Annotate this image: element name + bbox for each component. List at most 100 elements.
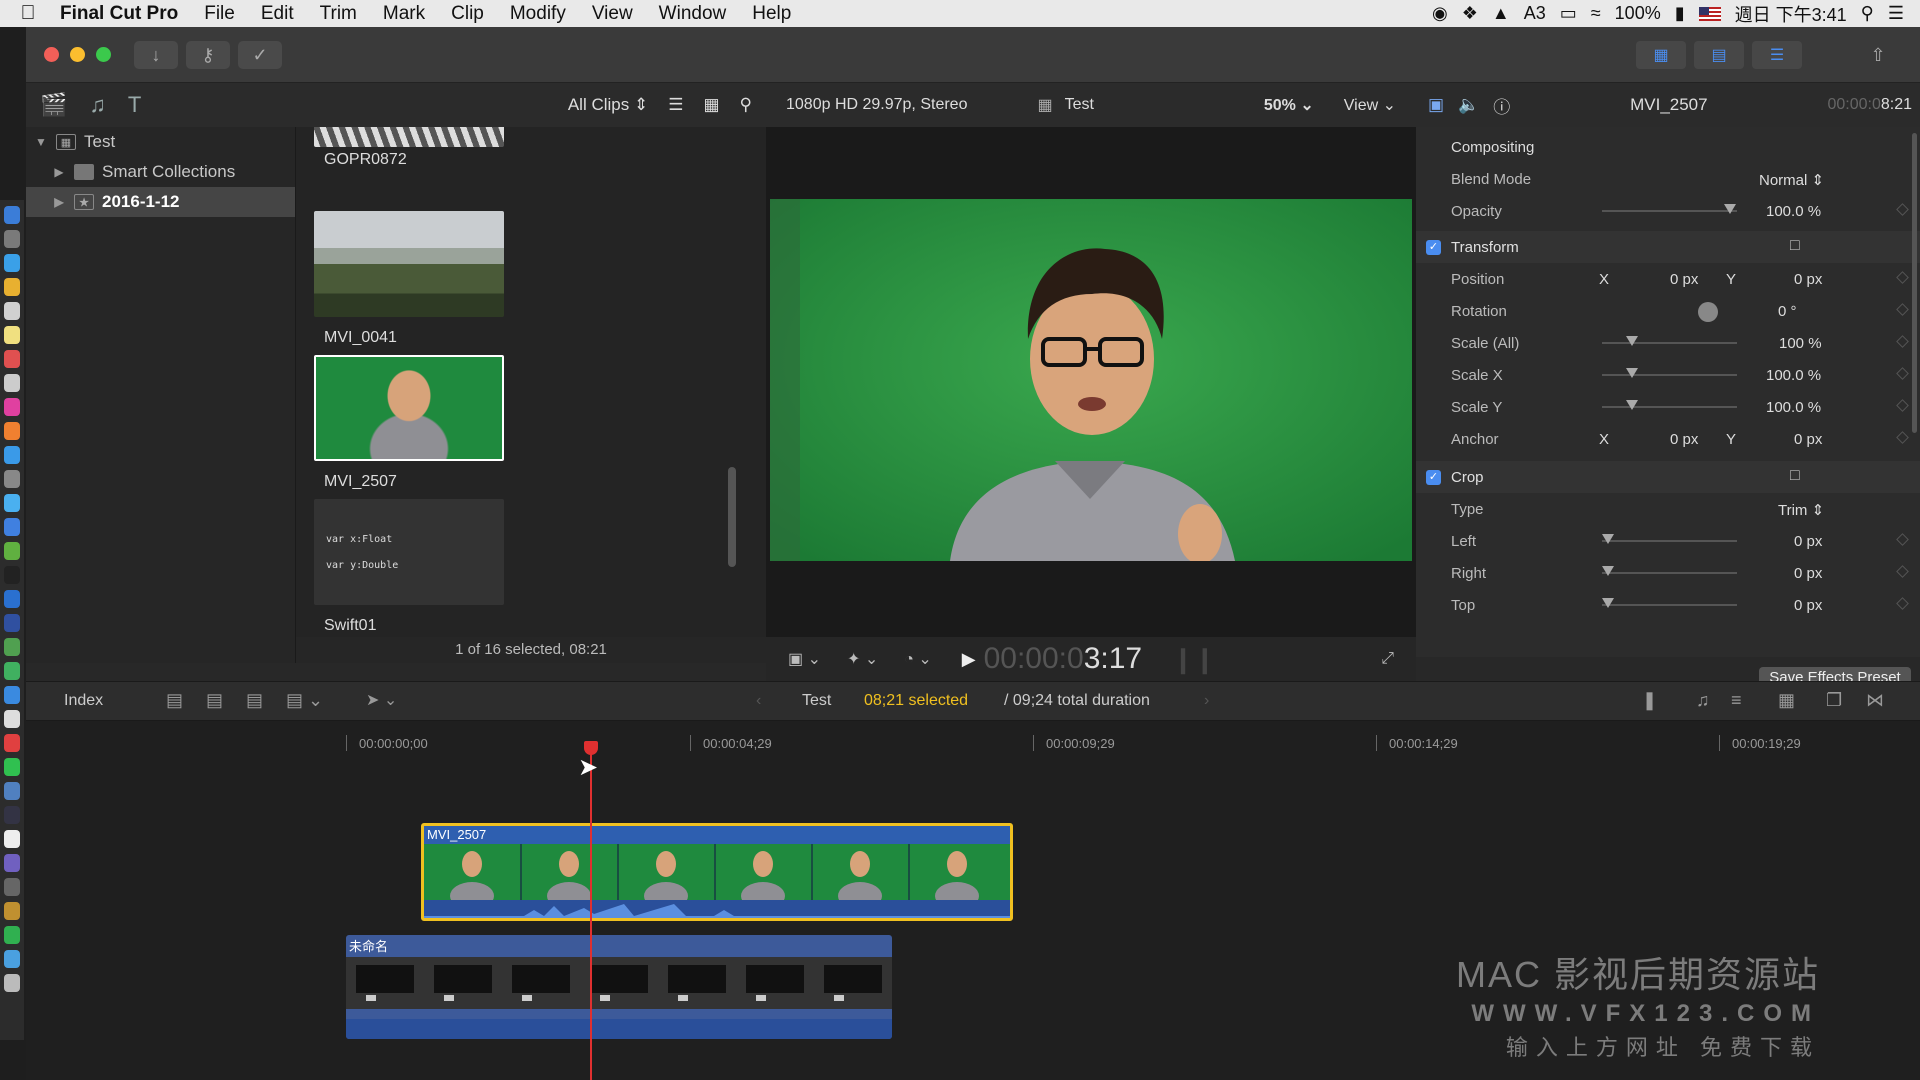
- keyframe-icon[interactable]: [1896, 303, 1909, 316]
- clip-thumbnail-selected[interactable]: [314, 355, 504, 461]
- keyframe-icon[interactable]: [1896, 399, 1909, 412]
- search-icon[interactable]: ⚲: [740, 95, 752, 115]
- close-window-button[interactable]: [44, 47, 59, 62]
- crop-left-slider[interactable]: [1602, 534, 1737, 544]
- dock-spotify-icon[interactable]: [4, 926, 20, 944]
- keyframe-icon[interactable]: [1896, 367, 1909, 380]
- scale-x-value[interactable]: 100.0 %: [1766, 367, 1821, 384]
- dock-qq-icon[interactable]: [4, 686, 20, 704]
- video-inspector-icon[interactable]: ▣: [1428, 95, 1444, 115]
- clip-thumbnail[interactable]: var x:Float var y:Double: [314, 499, 504, 605]
- dock-trash-icon[interactable]: [4, 974, 20, 992]
- minimize-window-button[interactable]: [70, 47, 85, 62]
- disclosure-open-icon[interactable]: ▼: [32, 135, 50, 149]
- crop-left-slider-knob[interactable]: [1602, 534, 1614, 544]
- effects-tool-dropdown[interactable]: ✦ ⌄: [847, 649, 878, 669]
- clock[interactable]: 週日 下午3:41: [1735, 1, 1847, 27]
- show-browser-button[interactable]: ▦: [1636, 41, 1686, 69]
- position-x-value[interactable]: 0 px: [1670, 271, 1698, 288]
- opacity-slider[interactable]: [1602, 204, 1737, 214]
- crop-right-slider-knob[interactable]: [1602, 566, 1614, 576]
- snapping-icon[interactable]: ≡: [1731, 690, 1742, 711]
- record-icon[interactable]: ◉: [1432, 3, 1448, 24]
- transform-onscreen-icon[interactable]: □: [1790, 237, 1800, 255]
- insert-clip-icon[interactable]: ▤: [206, 690, 223, 711]
- transform-tool-dropdown[interactable]: ▣ ⌄: [788, 649, 821, 669]
- menu-app-name[interactable]: Final Cut Pro: [48, 3, 191, 25]
- headphones-icon[interactable]: ♫: [1696, 690, 1710, 711]
- dock-app-icon-3[interactable]: [4, 542, 20, 560]
- menu-window[interactable]: Window: [646, 3, 740, 25]
- dock-preview-icon[interactable]: [4, 710, 20, 728]
- filmstrip-view-icon[interactable]: ▦: [703, 95, 719, 115]
- scale-all-slider[interactable]: [1602, 336, 1737, 346]
- keyframe-icon[interactable]: [1896, 335, 1909, 348]
- dock-launchpad-icon[interactable]: [4, 230, 20, 248]
- dock-app-icon-2[interactable]: [4, 518, 20, 536]
- scale-y-slider-knob[interactable]: [1626, 400, 1638, 410]
- crop-right-slider[interactable]: [1602, 566, 1737, 576]
- rotation-dial[interactable]: [1698, 302, 1718, 322]
- crop-onscreen-icon[interactable]: □: [1790, 467, 1800, 485]
- viewer-frame[interactable]: [770, 199, 1412, 561]
- background-tasks-button[interactable]: ✓: [238, 41, 282, 69]
- play-button[interactable]: ▶: [962, 649, 976, 670]
- dock-photos-icon[interactable]: [4, 350, 20, 368]
- inspector-scrollbar[interactable]: [1912, 133, 1917, 433]
- keyframe-icon[interactable]: [1896, 565, 1909, 578]
- timeline-clip-secondary[interactable]: 未命名: [346, 935, 892, 1039]
- crop-top-slider[interactable]: [1602, 598, 1737, 608]
- spotlight-search-icon[interactable]: ⚲: [1861, 3, 1874, 24]
- keyframe-icon[interactable]: [1896, 597, 1909, 610]
- libraries-icon[interactable]: 🎬: [40, 92, 67, 118]
- crop-checkbox[interactable]: ✓: [1426, 470, 1441, 485]
- transform-checkbox[interactable]: ✓: [1426, 240, 1441, 255]
- zoom-dropdown[interactable]: 50% ⌄: [1264, 95, 1314, 115]
- dock-app-icon-8[interactable]: [4, 830, 20, 848]
- playhead[interactable]: [590, 747, 592, 1080]
- clip-mvi2507[interactable]: MVI_2507: [314, 355, 504, 491]
- skimming-icon[interactable]: ❚: [1642, 690, 1657, 711]
- browser-scrollbar[interactable]: [728, 467, 736, 567]
- info-inspector-icon[interactable]: ⓘ: [1493, 93, 1510, 118]
- append-clip-icon[interactable]: ▤: [246, 690, 263, 711]
- clip-swift01[interactable]: var x:Float var y:Double Swift01: [314, 499, 504, 635]
- battery-percent[interactable]: 100%: [1615, 3, 1661, 24]
- scale-y-slider[interactable]: [1602, 400, 1737, 410]
- select-tool-dropdown[interactable]: ➤ ⌄: [366, 690, 397, 710]
- position-y-value[interactable]: 0 px: [1794, 271, 1822, 288]
- connect-clip-icon[interactable]: ▤: [166, 690, 183, 711]
- apple-icon[interactable]: : [8, 2, 48, 25]
- menu-view[interactable]: View: [579, 3, 646, 25]
- opacity-slider-knob[interactable]: [1724, 204, 1736, 214]
- keyframe-icon[interactable]: [1896, 203, 1909, 216]
- zoom-window-button[interactable]: [96, 47, 111, 62]
- keyframe-icon[interactable]: [1896, 533, 1909, 546]
- crop-top-slider-knob[interactable]: [1602, 598, 1614, 608]
- dock-messages-icon[interactable]: [4, 758, 20, 776]
- clip-filter-dropdown[interactable]: All Clips ⇕: [568, 95, 648, 115]
- dock-twitter-icon[interactable]: [4, 494, 20, 512]
- timeline-forward-icon[interactable]: ›: [1204, 692, 1209, 710]
- effects-browser-icon[interactable]: ❐: [1826, 690, 1842, 711]
- viewer-timecode[interactable]: 00:00:03:17: [984, 642, 1142, 676]
- view-dropdown[interactable]: View ⌄: [1344, 95, 1396, 115]
- menu-list-icon[interactable]: ☰: [1888, 3, 1904, 24]
- timeline-back-icon[interactable]: ‹: [756, 692, 761, 710]
- dock-calendar-icon[interactable]: [4, 302, 20, 320]
- dock-app-icon[interactable]: [4, 422, 20, 440]
- scale-all-slider-knob[interactable]: [1626, 336, 1638, 346]
- dock-app-icon-9[interactable]: [4, 854, 20, 872]
- dock-appstore-icon[interactable]: [4, 446, 20, 464]
- timeline-ruler[interactable]: 00:00:00;00 00:00:04;29 00:00:09;29 00:0…: [26, 721, 1920, 755]
- crop-top-value[interactable]: 0 px: [1794, 597, 1822, 614]
- audio-inspector-icon[interactable]: 🔈: [1458, 95, 1479, 115]
- dock-fcp-icon[interactable]: [4, 806, 20, 824]
- dock-preferences-icon[interactable]: [4, 470, 20, 488]
- photos-audio-icon[interactable]: ♫: [89, 92, 106, 118]
- titles-generators-icon[interactable]: T: [128, 92, 141, 118]
- scale-all-value[interactable]: 100 %: [1779, 335, 1822, 352]
- dock-finder-icon[interactable]: [4, 206, 20, 224]
- disclosure-closed-icon[interactable]: ▶: [50, 165, 68, 179]
- dock-itunes-icon[interactable]: [4, 398, 20, 416]
